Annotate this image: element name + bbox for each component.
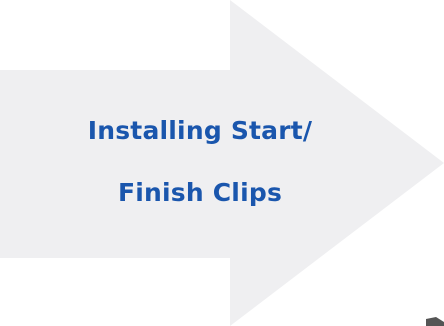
arrow-label: Installing Start/ Finish Clips — [30, 100, 370, 224]
arrow-label-line-2: Finish Clips — [117, 178, 283, 207]
arrow-banner: Installing Start/ Finish Clips — [0, 0, 444, 326]
arrow-label-line-1: Installing Start/ — [87, 116, 313, 145]
corner-fragment-icon — [426, 317, 444, 326]
